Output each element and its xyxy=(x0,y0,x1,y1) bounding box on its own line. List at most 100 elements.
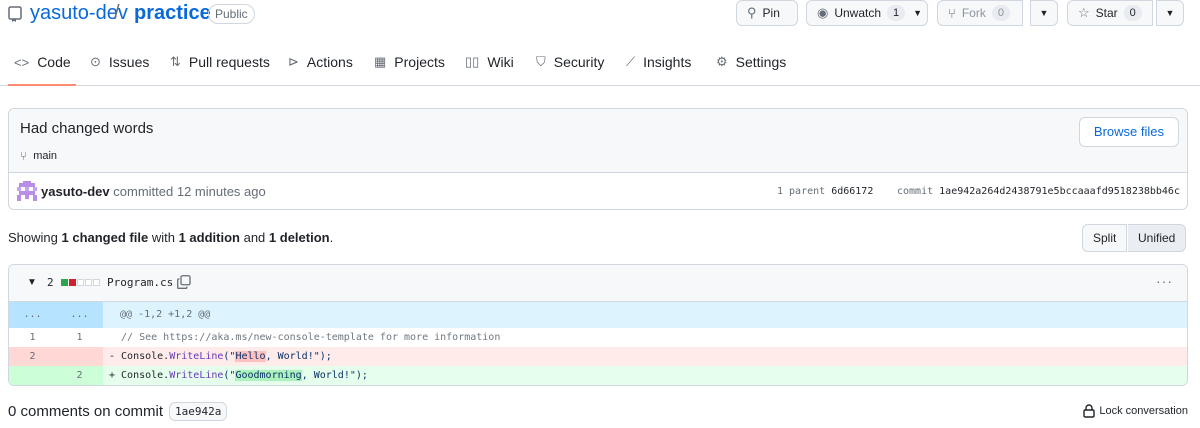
file-change-count: 2 xyxy=(47,276,54,289)
context-line: 1 1 // See https://aka.ms/new-console-te… xyxy=(9,328,1187,347)
changed-files-count[interactable]: 1 changed file xyxy=(62,230,149,245)
fork-button[interactable]: ⑂ Fork 0 xyxy=(937,0,1023,26)
tab-actions[interactable]: ⊳ Actions xyxy=(288,54,353,70)
unified-view-button[interactable]: Unified xyxy=(1128,224,1187,252)
code-token: - Console. xyxy=(109,351,170,362)
active-tab-indicator xyxy=(8,84,76,86)
lock-label: Lock conversation xyxy=(1099,405,1188,417)
pull-request-icon: ⇅ xyxy=(170,54,181,69)
line-code: + Console.WriteLine("Goodmorning, World!… xyxy=(109,366,368,385)
browse-files-button[interactable]: Browse files xyxy=(1078,117,1179,147)
parent-label: 1 parent xyxy=(777,186,826,197)
changed-word-highlight: Goodmorning xyxy=(235,370,302,381)
tab-label: Code xyxy=(37,54,71,70)
deleted-line: 2 - Console.WriteLine("Hello, World!"); xyxy=(9,347,1187,366)
pin-button[interactable]: ⚲ Pin xyxy=(736,0,798,26)
expand-down-icon[interactable]: ... xyxy=(56,302,103,328)
avatar[interactable] xyxy=(17,181,37,201)
deletions-count: 1 deletion xyxy=(268,230,330,245)
chevron-down-icon: ▼ xyxy=(913,8,923,18)
tab-projects[interactable]: ▦ Projects xyxy=(374,54,445,70)
tab-settings[interactable]: ⚙ Settings xyxy=(716,54,786,70)
file-name-link[interactable]: Program.cs xyxy=(107,276,173,289)
new-line-number[interactable]: 2 xyxy=(56,366,103,385)
issue-icon: ⊙ xyxy=(90,54,101,69)
tab-insights[interactable]: ⟋ Insights xyxy=(626,54,691,70)
tab-label: Security xyxy=(553,54,605,70)
commit-header: Had changed words ⑂ main Browse files xyxy=(9,109,1187,173)
fork-counter: 0 xyxy=(991,5,1010,21)
tab-label: Insights xyxy=(643,54,692,70)
fork-dropdown-button[interactable]: ▼ xyxy=(1030,0,1058,26)
fork-label: Fork xyxy=(961,6,986,20)
code-token: WriteLine xyxy=(169,370,224,381)
additions-count: 1 addition xyxy=(178,230,240,245)
fork-icon: ⑂ xyxy=(948,5,956,21)
code-icon: <> xyxy=(14,54,30,70)
old-line-number[interactable]: 2 xyxy=(9,347,56,366)
code-token: , World!"); xyxy=(301,370,368,381)
code-token: (" xyxy=(223,370,236,381)
branch-indicator[interactable]: ⑂ main xyxy=(20,149,57,163)
file-header: ▼ 2 Program.cs ··· xyxy=(9,265,1187,302)
repo-separator: / xyxy=(114,2,120,24)
book-icon: ▯▯ xyxy=(465,54,480,69)
star-icon: ☆ xyxy=(1078,5,1090,20)
copy-icon[interactable] xyxy=(177,275,191,289)
visibility-badge: Public xyxy=(208,4,255,24)
tab-wiki[interactable]: ▯▯ Wiki xyxy=(465,54,514,70)
diff-summary: Showing 1 changed file with 1 addition a… xyxy=(8,230,333,245)
diffstat-deleted xyxy=(69,279,76,286)
new-line-number xyxy=(56,347,103,366)
committed-time: committed 12 minutes ago xyxy=(113,184,266,199)
tab-security[interactable]: ⛉ Security xyxy=(536,54,604,70)
comment-commit-sha: 1ae942a xyxy=(169,402,228,421)
commit-box: Had changed words ⑂ main Browse files ya… xyxy=(8,108,1188,210)
commit-label: commit xyxy=(897,186,934,197)
pin-icon: ⚲ xyxy=(747,5,757,20)
file-diff: ▼ 2 Program.cs ··· ... ... @@ -1,2 +1,2 … xyxy=(8,264,1188,386)
lock-conversation-button[interactable]: Lock conversation xyxy=(1083,404,1188,418)
hunk-header: @@ -1,2 +1,2 @@ xyxy=(120,309,211,320)
code-token: WriteLine xyxy=(169,351,224,362)
chevron-down-icon: ▼ xyxy=(1165,8,1175,18)
changed-word-highlight: Hello xyxy=(235,351,266,362)
parent-sha-link[interactable]: 6d66172 xyxy=(831,186,873,197)
line-code: - Console.WriteLine("Hello, World!"); xyxy=(109,347,332,366)
unwatch-button[interactable]: ◉ Unwatch 1 ▼ xyxy=(806,0,928,26)
chevron-down-icon[interactable]: ▼ xyxy=(27,277,37,288)
code-token: + Console. xyxy=(109,370,170,381)
branch-name: main xyxy=(33,150,58,162)
branch-icon: ⑂ xyxy=(20,149,28,163)
diffstat-neutral xyxy=(77,279,84,286)
commit-author: yasuto-dev committed 12 minutes ago xyxy=(41,184,266,199)
old-line-number[interactable]: 1 xyxy=(9,328,56,347)
more-options-icon[interactable]: ··· xyxy=(1156,273,1173,289)
chevron-down-icon: ▼ xyxy=(1039,8,1049,18)
new-line-number[interactable]: 1 xyxy=(56,328,103,347)
added-line: 2 + Console.WriteLine("Goodmorning, Worl… xyxy=(9,366,1187,385)
split-view-button[interactable]: Split xyxy=(1082,224,1128,252)
graph-icon: ⟋ xyxy=(626,54,636,69)
diffstat-neutral xyxy=(85,279,92,286)
expand-up-icon[interactable]: ... xyxy=(9,302,56,328)
gear-icon: ⚙ xyxy=(716,54,728,69)
watch-counter: 1 xyxy=(887,5,906,21)
repo-name-link[interactable]: practice xyxy=(134,2,211,25)
repo-icon xyxy=(8,6,22,22)
tab-issues[interactable]: ⊙ Issues xyxy=(90,54,149,70)
old-line-number xyxy=(9,366,56,385)
table-icon: ▦ xyxy=(374,54,387,69)
star-label: Star xyxy=(1095,6,1118,20)
tab-code[interactable]: <> Code xyxy=(14,54,71,70)
hunk-header-row: ... ... @@ -1,2 +1,2 @@ xyxy=(9,302,1187,328)
eye-icon: ◉ xyxy=(817,5,829,20)
star-dropdown-button[interactable]: ▼ xyxy=(1156,0,1184,26)
star-button[interactable]: ☆ Star 0 xyxy=(1067,0,1153,26)
author-link[interactable]: yasuto-dev xyxy=(41,184,110,199)
unwatch-label: Unwatch xyxy=(834,6,882,20)
repo-header: yasuto-dev / practice Public ⚲ Pin ◉ Unw… xyxy=(0,0,1200,28)
tab-label: Issues xyxy=(108,54,150,70)
tab-pull-requests[interactable]: ⇅ Pull requests xyxy=(170,54,270,70)
diffstat-bar xyxy=(61,279,101,286)
